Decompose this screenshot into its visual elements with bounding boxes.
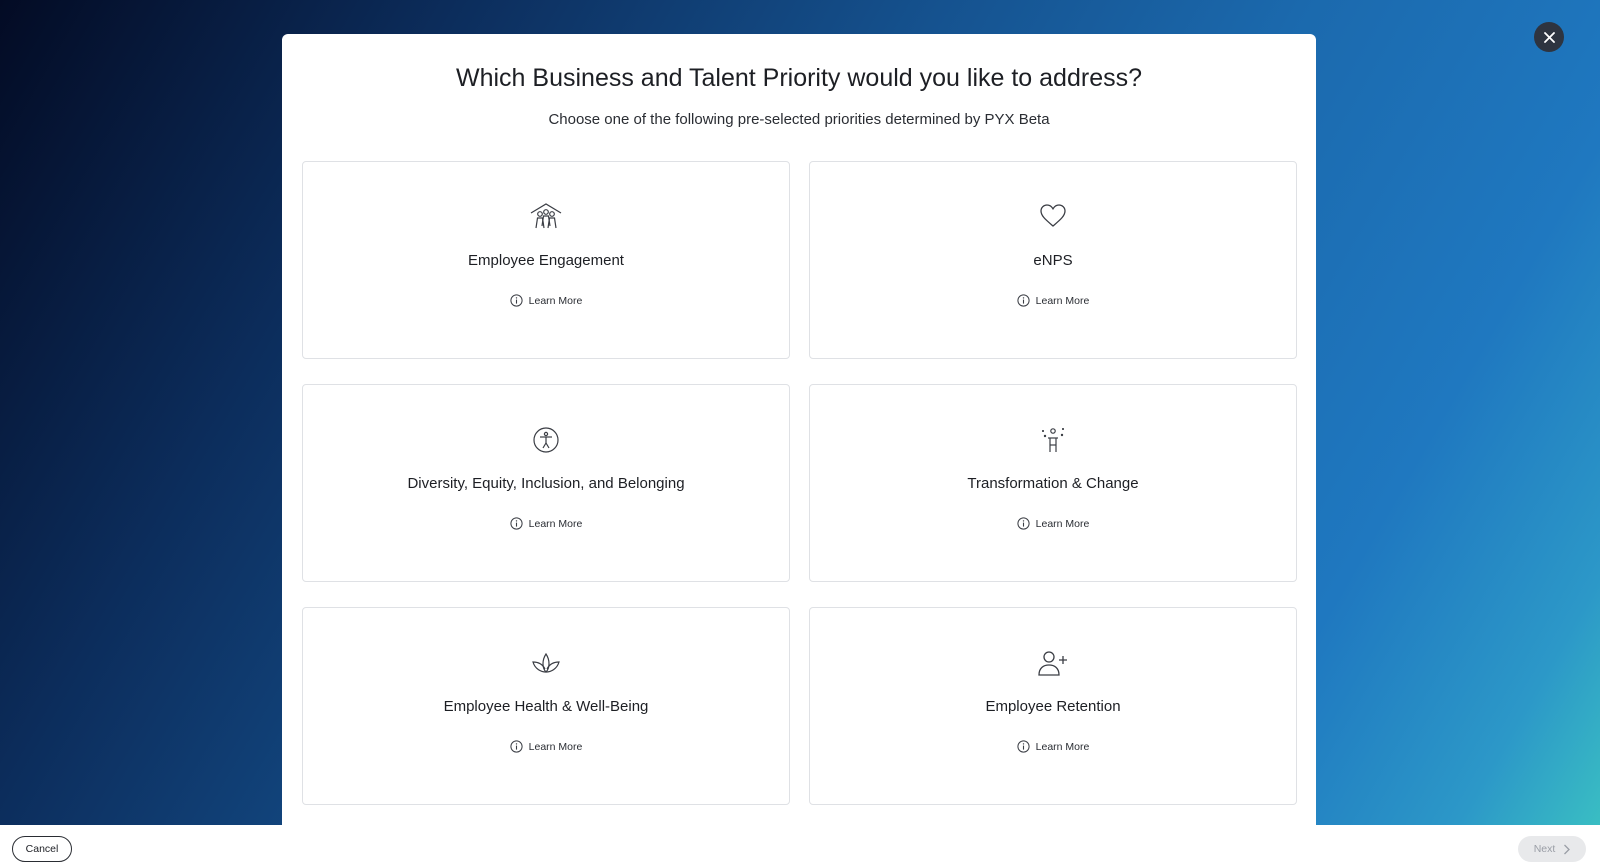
learn-more-label: Learn More <box>1035 294 1090 307</box>
heart-icon <box>1040 204 1066 227</box>
priority-modal: Which Business and Talent Priority would… <box>282 34 1316 825</box>
priority-card-employee-engagement[interactable]: Employee Engagement Learn More <box>302 161 790 359</box>
info-icon <box>1017 740 1030 753</box>
learn-more-label: Learn More <box>528 294 583 307</box>
priority-card-health-wellbeing[interactable]: Employee Health & Well-Being Learn More <box>302 607 790 805</box>
priority-card-deib[interactable]: Diversity, Equity, Inclusion, and Belong… <box>302 384 790 582</box>
footer-bar: Cancel Next <box>0 825 1600 868</box>
add-user-icon <box>1038 651 1067 676</box>
card-title: Diversity, Equity, Inclusion, and Belong… <box>407 475 685 492</box>
priority-card-retention[interactable]: Employee Retention Learn More <box>809 607 1297 805</box>
card-title: Employee Health & Well-Being <box>443 698 649 715</box>
accessibility-icon <box>533 427 559 453</box>
info-icon <box>510 517 523 530</box>
info-icon <box>510 294 523 307</box>
info-icon <box>1017 294 1030 307</box>
card-title: Transformation & Change <box>967 475 1139 492</box>
priority-card-enps[interactable]: eNPS Learn More <box>809 161 1297 359</box>
learn-more-link[interactable]: Learn More <box>303 517 789 530</box>
lotus-icon <box>532 652 560 673</box>
learn-more-label: Learn More <box>1035 517 1090 530</box>
card-title: eNPS <box>1033 252 1073 269</box>
close-button[interactable] <box>1534 22 1564 52</box>
people-house-icon <box>530 203 562 229</box>
next-label: Next <box>1533 843 1556 855</box>
info-icon <box>1017 517 1030 530</box>
card-title: Employee Retention <box>985 698 1121 715</box>
learn-more-link[interactable]: Learn More <box>303 294 789 307</box>
cancel-button[interactable]: Cancel <box>12 836 72 862</box>
learn-more-label: Learn More <box>528 740 583 753</box>
learn-more-label: Learn More <box>528 517 583 530</box>
page-subtitle: Choose one of the following pre-selected… <box>548 111 1050 128</box>
next-button[interactable]: Next <box>1518 836 1586 862</box>
chevron-right-icon <box>1564 844 1571 854</box>
learn-more-link[interactable]: Learn More <box>810 294 1296 307</box>
card-title: Employee Engagement <box>468 252 624 269</box>
learn-more-link[interactable]: Learn More <box>303 740 789 753</box>
priority-card-transformation[interactable]: Transformation & Change Learn More <box>809 384 1297 582</box>
learn-more-label: Learn More <box>1035 740 1090 753</box>
learn-more-link[interactable]: Learn More <box>810 517 1296 530</box>
page-title: Which Business and Talent Priority would… <box>456 64 1142 92</box>
info-icon <box>510 740 523 753</box>
person-sparkle-icon <box>1042 428 1064 452</box>
close-icon <box>1543 31 1555 43</box>
learn-more-link[interactable]: Learn More <box>810 740 1296 753</box>
